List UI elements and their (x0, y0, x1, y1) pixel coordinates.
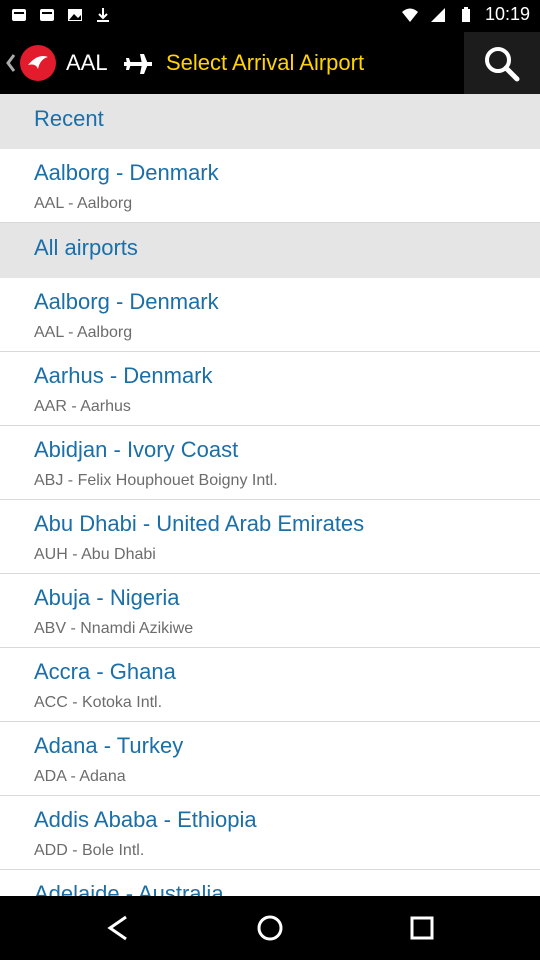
list-item[interactable]: Aarhus - Denmark AAR - Aarhus (0, 352, 540, 426)
city-name: Addis Ababa - Ethiopia (34, 807, 257, 832)
airport-code: AAL - Aalborg (34, 324, 133, 341)
list-item[interactable]: Abidjan - Ivory Coast ABJ - Felix Houpho… (0, 426, 540, 500)
airport-code: ABJ - Felix Houphouet Boigny Intl. (34, 472, 278, 489)
list-item[interactable]: Addis Ababa - Ethiopia ADD - Bole Intl. (0, 796, 540, 870)
notification-icon (40, 9, 54, 21)
airport-code: ACC - Kotoka Intl. (34, 694, 163, 711)
list-item[interactable]: Abuja - Nigeria ABV - Nnamdi Azikiwe (0, 574, 540, 648)
list-item[interactable]: Adelaide - Australia (0, 870, 540, 897)
city-name: Aalborg - Denmark (34, 160, 219, 185)
airport-code: AAL - Aalborg (34, 195, 133, 212)
search-icon (485, 47, 520, 82)
airport-code: ABV - Nnamdi Azikiwe (34, 620, 194, 637)
city-name: Adelaide - Australia (34, 881, 224, 897)
airplane-icon (124, 54, 152, 74)
airport-code: ADA - Adana (34, 768, 126, 785)
back-icon[interactable] (102, 912, 134, 944)
app-bar: AAL Select Arrival Airport (0, 32, 540, 94)
airport-code: AUH - Abu Dhabi (34, 546, 156, 563)
list-item[interactable]: Adana - Turkey ADA - Adana (0, 722, 540, 796)
wifi-icon (401, 8, 418, 22)
city-name: Aarhus - Denmark (34, 363, 213, 388)
city-name: Abu Dhabi - United Arab Emirates (34, 511, 365, 536)
airline-logo (20, 45, 56, 81)
section-header: Recent (0, 94, 540, 149)
signal-icon (430, 7, 445, 22)
list-item[interactable]: Accra - Ghana ACC - Kotoka Intl. (0, 648, 540, 722)
city-name: Aalborg - Denmark (34, 289, 219, 314)
list-item[interactable]: Abu Dhabi - United Arab Emirates AUH - A… (0, 500, 540, 574)
section-header: All airports (0, 223, 540, 278)
airport-list[interactable]: Recent Aalborg - Denmark AAL - Aalborg A… (0, 94, 540, 896)
search-button[interactable] (464, 32, 540, 94)
city-name: Abidjan - Ivory Coast (34, 437, 239, 462)
city-name: Adana - Turkey (34, 733, 184, 758)
battery-icon (461, 6, 470, 22)
status-time: 10:19 (484, 4, 530, 24)
back-chevron-icon[interactable] (4, 48, 18, 78)
photo-icon (68, 9, 82, 21)
list-item[interactable]: Aalborg - Denmark AAL - Aalborg (0, 149, 540, 223)
navigation-bar (0, 896, 540, 960)
origin-airport-code: AAL (66, 50, 108, 75)
city-name: Accra - Ghana (34, 659, 176, 684)
airport-code: ADD - Bole Intl. (34, 842, 145, 859)
recent-apps-icon[interactable] (406, 912, 438, 944)
city-name: Abuja - Nigeria (34, 585, 180, 610)
bird-logo-icon (28, 56, 48, 69)
list-item[interactable]: Aalborg - Denmark AAL - Aalborg (0, 278, 540, 352)
home-icon[interactable] (254, 912, 286, 944)
status-bar: 10:19 (0, 0, 540, 32)
page-title: Select Arrival Airport (166, 50, 365, 75)
airport-code: AAR - Aarhus (34, 398, 131, 415)
download-icon (97, 8, 109, 22)
notification-icon (12, 9, 26, 21)
